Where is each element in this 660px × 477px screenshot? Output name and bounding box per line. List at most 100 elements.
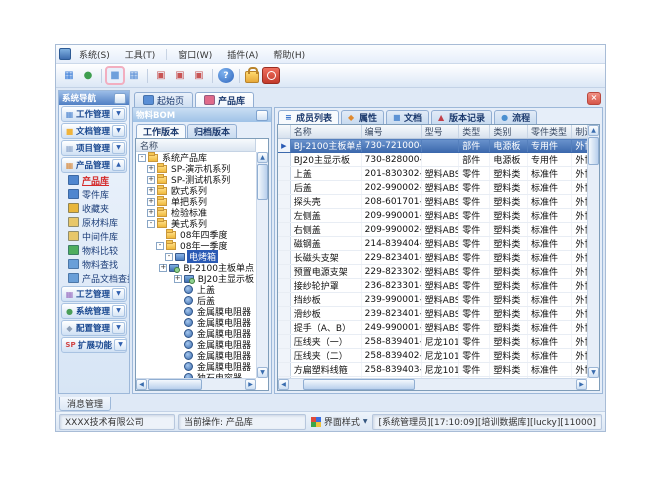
scroll-up-button[interactable]: ▲ — [257, 152, 268, 163]
collapse-minus-icon[interactable]: - — [147, 220, 155, 228]
expand-chevron-icon[interactable]: ▼ — [112, 288, 125, 300]
ui-style-picker[interactable]: 界面样式 ▼ — [309, 415, 370, 428]
sidebar-item-3[interactable]: 收藏夹 — [59, 201, 129, 215]
table-row[interactable]: 预置电源支架229-823302-00X塑料ABS零件塑料类标准件外协条 — [278, 265, 587, 279]
expand-plus-icon[interactable]: + — [159, 264, 167, 272]
table-row[interactable]: 磁钢盖214-839404-01X塑料ABS零件塑料类标准件外协条 — [278, 237, 587, 251]
scrollbar-thumb[interactable] — [257, 164, 268, 200]
table-row[interactable]: 方扁塑料线箍258-839403-00X尼龙1010零件塑料类标准件外协条 — [278, 363, 587, 377]
collapse-chevron-icon[interactable]: ▲ — [112, 159, 125, 171]
column-header-4[interactable]: 类型 — [459, 125, 490, 139]
scroll-down-button[interactable]: ▼ — [257, 367, 268, 378]
sidebar-group-5[interactable]: ▦工艺管理▼ — [61, 286, 127, 302]
expand-chevron-icon[interactable]: ▼ — [112, 142, 125, 154]
table-row[interactable]: 滑纱板239-823401-00X塑料ABS零件塑料类标准件外协条 — [278, 307, 587, 321]
window-new-icon[interactable]: ▣ — [153, 68, 169, 83]
scrollbar-thumb[interactable] — [588, 137, 599, 165]
members-tab-2[interactable]: ◆属性 — [341, 110, 384, 124]
table-row[interactable]: ▶BJ-2100主板单点730-721000-12X部件电源板专用件外协颗 — [278, 139, 587, 153]
expand-plus-icon[interactable]: + — [147, 187, 155, 195]
doc-tab-2[interactable]: 产品库 — [195, 92, 254, 107]
scroll-up-button[interactable]: ▲ — [588, 125, 599, 136]
collapse-minus-icon[interactable]: - — [156, 242, 164, 250]
expand-chevron-icon[interactable]: ▼ — [112, 108, 125, 120]
expand-chevron-icon[interactable]: ▼ — [114, 339, 127, 351]
expand-chevron-icon[interactable]: ▼ — [112, 305, 125, 317]
menu-item-2[interactable]: 工具(T) — [118, 46, 163, 63]
scrollbar-thumb[interactable] — [303, 379, 415, 390]
column-header-3[interactable]: 型号 — [421, 125, 459, 139]
expand-plus-icon[interactable]: + — [147, 176, 155, 184]
doc-tab-1[interactable]: 起始页 — [134, 92, 193, 107]
sidebar-item-6[interactable]: 物料比较 — [59, 243, 129, 257]
table-row[interactable]: 压线夹（一）258-839401-00X尼龙1010零件塑料类标准件外协条 — [278, 335, 587, 349]
scroll-right-button[interactable]: ▶ — [576, 379, 587, 390]
sidebar-item-1[interactable]: 产品库 — [59, 173, 129, 187]
table-row[interactable]: BJ20主显示板730-828000-04X部件电源板专用件外协颗 — [278, 153, 587, 167]
bom-pin-button[interactable] — [256, 110, 268, 121]
collapse-minus-icon[interactable]: - — [165, 253, 173, 261]
table-row[interactable]: 挡纱板239-990001-01X塑料ABS零件塑料类标准件外协条 — [278, 293, 587, 307]
sidebar-group-2[interactable]: ■文档管理▼ — [61, 123, 127, 139]
sidebar-item-8[interactable]: 产品文档查找 — [59, 271, 129, 285]
scroll-right-button[interactable]: ▶ — [245, 379, 256, 390]
scroll-left-button[interactable]: ◀ — [278, 379, 289, 390]
members-tab-5[interactable]: ●流程 — [494, 110, 537, 124]
members-tab-4[interactable]: ▲版本记录 — [431, 110, 492, 124]
window-cascade-icon[interactable]: ▣ — [172, 68, 188, 83]
message-manager-tab[interactable]: 消息管理 — [59, 397, 111, 411]
table-row[interactable]: 上盖201-830302-00X塑料ABS零件塑料类标准件外协条 — [278, 167, 587, 181]
sidebar-group-7[interactable]: ◆配置管理▼ — [61, 320, 127, 336]
table-row[interactable]: 左侧盖209-990001-01X塑料ABS零件塑料类标准件外协条 — [278, 209, 587, 223]
members-tab-3[interactable]: ■文档 — [386, 110, 429, 124]
scroll-down-button[interactable]: ▼ — [588, 367, 599, 378]
column-header-7[interactable]: 制造方式 — [572, 125, 587, 139]
power-icon[interactable] — [262, 67, 280, 84]
scrollbar-thumb[interactable] — [148, 379, 202, 390]
sidebar-item-2[interactable]: 零件库 — [59, 187, 129, 201]
table-row[interactable]: 提手（A、B）249-990001-01X塑料ABS零件塑料类标准件外协条 — [278, 321, 587, 335]
sidebar-group-6[interactable]: ●系统管理▼ — [61, 303, 127, 319]
views-icon[interactable]: ▦ — [126, 68, 142, 83]
sidebar-item-4[interactable]: 原材料库 — [59, 215, 129, 229]
table-row[interactable]: 右侧盖209-990002-01X塑料ABS零件塑料类标准件外协条 — [278, 223, 587, 237]
table-vertical-scrollbar[interactable]: ▲ ▼ — [587, 125, 599, 378]
expand-chevron-icon[interactable]: ▼ — [112, 125, 125, 137]
tree-vertical-scrollbar[interactable]: ▲ ▼ — [256, 152, 268, 378]
expand-plus-icon[interactable]: + — [174, 275, 182, 283]
table-row[interactable]: 接纱轮护罩236-823301-00X塑料ABS零件塑料类标准件外协条 — [278, 279, 587, 293]
column-header-6[interactable]: 零件类型 — [528, 125, 572, 139]
menu-item-4[interactable]: 插件(A) — [220, 46, 265, 63]
sidebar-pin-button[interactable] — [114, 93, 126, 104]
menu-item-1[interactable]: 系统(S) — [72, 46, 117, 63]
window-close-icon[interactable]: ▣ — [191, 68, 207, 83]
bom-tab-1[interactable]: 工作版本 — [136, 124, 186, 138]
collapse-minus-icon[interactable]: - — [138, 154, 146, 162]
tree-horizontal-scrollbar[interactable]: ◀ ▶ — [136, 378, 256, 390]
expand-plus-icon[interactable]: + — [147, 209, 155, 217]
column-header-1[interactable]: 名称 — [290, 125, 361, 139]
help-icon[interactable]: ? — [218, 68, 234, 83]
table-horizontal-scrollbar[interactable]: ◀ ▶ — [278, 378, 587, 390]
sidebar-item-7[interactable]: 物料查找 — [59, 257, 129, 271]
close-tab-button[interactable]: × — [587, 92, 601, 105]
column-header-5[interactable]: 类别 — [490, 125, 528, 139]
sidebar-group-4[interactable]: ▦产品管理▲ — [61, 157, 127, 173]
scroll-left-button[interactable]: ◀ — [136, 379, 147, 390]
tree-column-header[interactable]: 名称 — [136, 139, 256, 152]
menu-item-3[interactable]: 窗口(W) — [171, 46, 219, 63]
workspace-icon[interactable]: ▦ — [61, 68, 77, 83]
sidebar-group-3[interactable]: ▦项目管理▼ — [61, 140, 127, 156]
table-row[interactable]: 后盖202-990002-01X塑料ABS零件塑料类标准件外协条 — [278, 181, 587, 195]
table-row[interactable]: 探头壳208-601701-01X塑料ABS零件塑料类标准件外协条 — [278, 195, 587, 209]
table-row[interactable]: 长磁头支架229-823401-00X塑料ABS零件塑料类标准件外协条 — [278, 251, 587, 265]
expand-plus-icon[interactable]: + — [147, 198, 155, 206]
bom-tab-2[interactable]: 归档版本 — [187, 124, 237, 138]
menu-item-5[interactable]: 帮助(H) — [266, 46, 312, 63]
expand-chevron-icon[interactable]: ▼ — [112, 322, 125, 334]
globe-icon[interactable]: ● — [80, 68, 96, 83]
expand-plus-icon[interactable]: + — [147, 165, 155, 173]
open-folder-icon[interactable]: ■ — [107, 68, 123, 83]
lock-icon[interactable] — [245, 71, 259, 83]
sidebar-group-8[interactable]: SP扩展功能▼ — [61, 337, 127, 353]
